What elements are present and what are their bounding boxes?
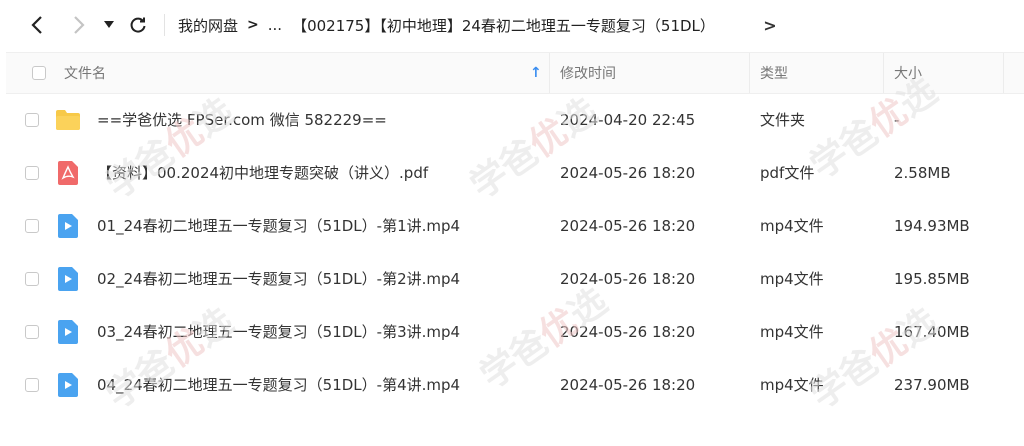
select-all-checkbox[interactable] [32,66,46,80]
refresh-button[interactable] [123,10,153,40]
row-checkbox[interactable] [25,271,39,286]
file-modified: 2024-05-26 18:20 [560,216,696,235]
file-modified: 2024-05-26 18:20 [560,375,696,394]
file-size: - [894,110,900,129]
file-list-header: 文件名 ↑ 修改时间 类型 大小 [6,52,1024,94]
file-modified: 2024-04-20 22:45 [560,110,696,129]
row-checkbox[interactable] [25,377,39,392]
column-type-header[interactable]: 类型 [760,53,788,93]
column-size-header[interactable]: 大小 [894,53,922,93]
file-modified: 2024-05-26 18:20 [560,322,696,341]
video-icon [55,372,81,398]
file-size: 194.93MB [894,216,970,235]
caret-down-icon [104,21,114,28]
file-row[interactable]: 01_24春初二地理五一专题复习（51DL）-第1讲.mp4 2024-05-2… [6,199,1024,252]
breadcrumb-root[interactable]: 我的网盘 [178,15,238,36]
file-type: mp4文件 [760,376,824,394]
folder-icon [55,107,81,133]
video-icon [55,319,81,345]
file-row[interactable]: 03_24春初二地理五一专题复习（51DL）-第3讲.mp4 2024-05-2… [6,305,1024,358]
file-row[interactable]: 04_24春初二地理五一专题复习（51DL）-第4讲.mp4 2024-05-2… [6,358,1024,411]
chevron-left-icon [31,16,42,34]
file-name[interactable]: 02_24春初二地理五一专题复习（51DL）-第2讲.mp4 [97,252,460,305]
history-dropdown-button[interactable] [98,10,120,40]
back-button[interactable] [22,10,52,40]
breadcrumb-current[interactable]: 【002175】【初中地理】24春初二地理五一专题复习（51DL） [292,15,715,36]
file-name[interactable]: ==学爸优选 FPSer.com 微信 582229== [97,93,387,146]
file-row[interactable]: ==学爸优选 FPSer.com 微信 582229== 2024-04-20 … [6,93,1024,146]
column-divider[interactable] [883,53,884,93]
file-type: mp4文件 [760,323,824,341]
toolbar-divider [164,14,165,36]
column-divider[interactable] [549,53,550,93]
row-checkbox[interactable] [25,165,39,180]
video-icon [55,266,81,292]
navigation-toolbar: 我的网盘 > ... 【002175】【初中地理】24春初二地理五一专题复习（5… [0,0,1024,50]
forward-button[interactable] [64,10,94,40]
breadcrumb-ellipsis[interactable]: ... [268,16,282,34]
sort-ascending-icon[interactable]: ↑ [530,53,542,93]
row-checkbox[interactable] [25,218,39,233]
file-type: 文件夹 [760,111,806,129]
file-type: pdf文件 [760,164,815,182]
column-divider[interactable] [1003,53,1004,93]
file-row[interactable]: 【资料】00.2024初中地理专题突破（讲义）.pdf 2024-05-26 1… [6,146,1024,199]
video-icon [55,213,81,239]
file-type: mp4文件 [760,270,824,288]
column-divider[interactable] [749,53,750,93]
breadcrumb-separator: > [247,17,259,33]
file-modified: 2024-05-26 18:20 [560,269,696,288]
breadcrumb-expand-arrow[interactable]: > [758,13,782,37]
file-name[interactable]: 04_24春初二地理五一专题复习（51DL）-第4讲.mp4 [97,358,460,411]
column-modified-header[interactable]: 修改时间 [560,53,616,93]
file-name[interactable]: 03_24春初二地理五一专题复习（51DL）-第3讲.mp4 [97,305,460,358]
file-type: mp4文件 [760,217,824,235]
file-name[interactable]: 01_24春初二地理五一专题复习（51DL）-第1讲.mp4 [97,199,460,252]
file-row[interactable]: 02_24春初二地理五一专题复习（51DL）-第2讲.mp4 2024-05-2… [6,252,1024,305]
file-modified: 2024-05-26 18:20 [560,163,696,182]
row-checkbox[interactable] [25,324,39,339]
chevron-right-icon [74,16,85,34]
file-size: 237.90MB [894,375,970,394]
refresh-icon [130,17,146,33]
row-checkbox[interactable] [25,112,39,127]
breadcrumb: 我的网盘 > ... 【002175】【初中地理】24春初二地理五一专题复习（5… [178,13,715,37]
file-name[interactable]: 【资料】00.2024初中地理专题突破（讲义）.pdf [97,146,428,199]
file-size: 2.58MB [894,163,951,182]
pdf-icon [55,160,81,186]
file-size: 195.85MB [894,269,970,288]
column-name-header[interactable]: 文件名 [64,53,106,93]
file-size: 167.40MB [894,322,970,341]
